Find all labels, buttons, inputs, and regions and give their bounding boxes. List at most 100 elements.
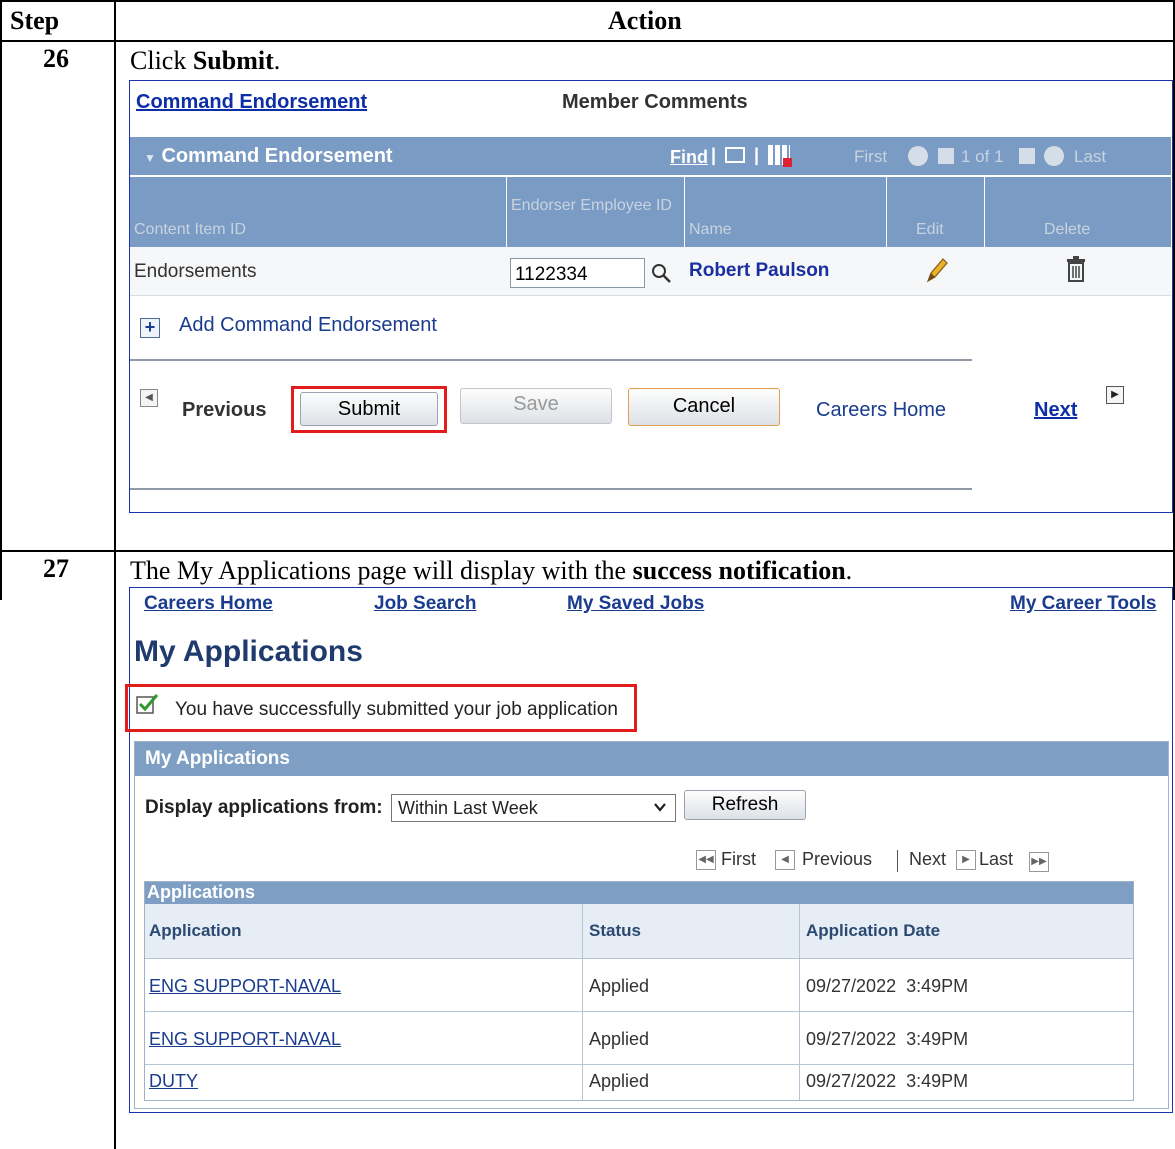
collapse-chevron-icon[interactable]: ▼ (144, 151, 156, 165)
success-check-icon (136, 694, 159, 714)
row-name-link[interactable]: Robert Paulson (689, 260, 829, 282)
pager-separator (897, 850, 898, 872)
pager-prev-icon[interactable] (938, 148, 954, 164)
application-date: 09/27/2022 3:49PM (806, 1071, 969, 1091)
action-column-header: Action (608, 6, 682, 35)
table-border-left (0, 0, 2, 552)
previous-arrow-icon[interactable]: ◀ (140, 389, 158, 407)
pager-first-circle-icon[interactable] (908, 146, 928, 166)
step27-left-border (0, 550, 2, 600)
application-date: 09/27/2022 3:49PM (806, 1029, 969, 1049)
submit-button[interactable]: Submit (300, 392, 438, 426)
lookup-search-icon[interactable] (650, 262, 674, 286)
refresh-button[interactable]: Refresh (684, 790, 806, 820)
separator-line-1 (130, 359, 972, 361)
panel-title: My Applications (145, 748, 290, 769)
pager-last-icon[interactable]: ▶▶ (1029, 852, 1049, 872)
applications-grid: Applications Application Status Applicat… (144, 881, 1134, 1101)
page-title: My Applications (134, 635, 363, 668)
application-status: Applied (589, 1071, 650, 1091)
cancel-button[interactable]: Cancel (628, 388, 780, 426)
step27-instruction-prefix: The My Applications page will display wi… (130, 556, 633, 585)
tab-member-comments[interactable]: Member Comments (562, 91, 748, 114)
grid-title: ▼ Command Endorsement (144, 145, 393, 168)
separator-line-2 (130, 488, 972, 490)
next-arrow-icon[interactable]: ▶ (1106, 386, 1124, 404)
add-command-endorsement-link[interactable]: Add Command Endorsement (179, 314, 437, 337)
application-link[interactable]: DUTY (149, 1071, 198, 1092)
grid-find-link[interactable]: Find (670, 147, 708, 168)
pager-last-label[interactable]: Last (979, 849, 1013, 870)
pager-previous-label[interactable]: Previous (802, 849, 872, 870)
application-status: Applied (589, 976, 650, 996)
col-header-status: Status (589, 921, 641, 940)
pager-next-icon[interactable] (1019, 148, 1035, 164)
application-status: Applied (589, 1029, 650, 1049)
col-header-edit: Edit (916, 221, 944, 238)
grid-toolbar-separator-2: | (754, 145, 760, 165)
grid-toolbar-separators: | (711, 145, 717, 165)
column-divider (114, 0, 116, 1149)
col-header-delete: Delete (1044, 221, 1091, 238)
pager-next-label[interactable]: Next (909, 849, 946, 870)
step27-instruction: The My Applications page will display wi… (130, 556, 852, 586)
row-content-item: Endorsements (134, 261, 257, 282)
step26-instruction-suffix: . (273, 46, 281, 75)
my-applications-panel: My Applications Display applications fro… (134, 741, 1169, 1109)
step27-instruction-suffix: . (845, 556, 853, 585)
applications-grid-title: Applications (147, 882, 256, 902)
add-plus-icon[interactable]: + (140, 318, 160, 338)
employee-id-value: 1122334 (515, 264, 588, 285)
save-button[interactable]: Save (460, 388, 612, 424)
endorsement-grid: ▼ Command Endorsement Find | | First 1 o… (130, 137, 1171, 296)
application-link[interactable]: ENG SUPPORT-NAVAL (149, 976, 341, 997)
step26-instruction-bold: Submit (192, 46, 274, 75)
employee-id-input[interactable]: 1122334 (510, 258, 645, 288)
application-link[interactable]: ENG SUPPORT-NAVAL (149, 1029, 341, 1050)
pager-count: 1 of 1 (961, 147, 1004, 166)
grid-title-text: Command Endorsement (161, 145, 393, 167)
step-number-26: 26 (43, 44, 69, 73)
row-divider (0, 550, 1175, 552)
col-header-employee-id: Endorser Employee ID (511, 197, 672, 214)
download-grid-icon[interactable] (768, 145, 792, 167)
step-column-header: Step (10, 6, 60, 35)
filter-label: Display applications from: (145, 797, 383, 818)
careers-home-link[interactable]: Careers Home (816, 399, 946, 422)
pager-last[interactable]: Last (1074, 147, 1106, 167)
table-border-top (0, 0, 1175, 2)
application-date: 09/27/2022 3:49PM (806, 976, 969, 996)
pager-first-label[interactable]: First (721, 849, 756, 870)
step-number-27: 27 (43, 554, 69, 583)
applications-grid-header (145, 882, 1133, 904)
header-divider (0, 40, 1175, 42)
nav-job-search[interactable]: Job Search (374, 593, 476, 615)
edit-pencil-icon[interactable] (924, 255, 950, 285)
col-header-content-item: Content Item ID (134, 221, 247, 238)
pager-previous-icon[interactable]: ◀ (775, 850, 795, 870)
col-header-application-date: Application Date (806, 921, 941, 940)
chevron-down-icon (653, 799, 667, 820)
step26-instruction: Click Submit. (130, 46, 280, 76)
col-header-application: Application (149, 921, 242, 940)
step27-instruction-bold: success notification (632, 556, 846, 585)
nav-my-career-tools[interactable]: My Career Tools (1010, 593, 1156, 615)
pager-first-icon[interactable]: ◀◀ (696, 850, 716, 870)
filter-select-value: Within Last Week (398, 798, 538, 818)
pager-next-icon[interactable]: ▶ (956, 850, 976, 870)
step26-screenshot: Command Endorsement Member Comments ▼ Co… (129, 80, 1173, 513)
nav-careers-home[interactable]: Careers Home (144, 593, 273, 615)
step26-instruction-prefix: Click (130, 46, 193, 75)
nav-my-saved-jobs[interactable]: My Saved Jobs (567, 593, 704, 615)
col-header-name: Name (689, 221, 732, 238)
step27-screenshot: Careers Home Job Search My Saved Jobs My… (125, 587, 1173, 1113)
success-message: You have successfully submitted your job… (175, 699, 618, 720)
view-all-icon[interactable] (725, 147, 745, 163)
filter-select[interactable]: Within Last Week (391, 794, 676, 822)
delete-trash-icon[interactable] (1065, 255, 1087, 283)
pager-first[interactable]: First (854, 147, 887, 167)
next-link[interactable]: Next (1034, 399, 1077, 422)
pager-last-circle-icon[interactable] (1044, 146, 1064, 166)
previous-label[interactable]: Previous (182, 399, 266, 422)
tab-command-endorsement[interactable]: Command Endorsement (136, 91, 367, 114)
